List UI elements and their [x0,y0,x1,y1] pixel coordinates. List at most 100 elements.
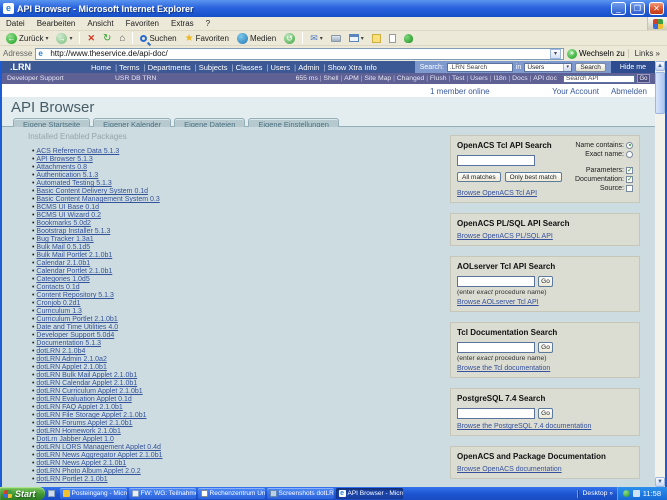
aolserver-search-input[interactable] [457,276,535,287]
dev-link[interactable]: 655 ms [296,75,318,82]
package-list-item[interactable]: dotLRN Photo Album Applet 2.0.2 [32,468,163,476]
package-list-item[interactable]: dotLRN News Applet 2.1.0b1 [32,460,163,468]
package-list-item[interactable]: Calendar Portlet 2.1.0b1 [32,268,163,276]
package-list-item[interactable]: Developer Support 5.0d4 [32,332,163,340]
links-toolbar[interactable]: Links » [627,49,664,58]
nav-link[interactable]: Terms [112,63,141,72]
only-best-match-button[interactable]: Only best match [504,172,562,182]
package-list-item[interactable]: Bookmarks 5.0d2 [32,220,163,228]
package-list-item[interactable]: dotLRN Admin 2.1.0a2 [32,356,163,364]
package-link[interactable]: Basic Content Delivery System 0.1d [36,188,148,195]
package-link[interactable]: dotLRN Portlet 2.1.0b1 [36,476,107,483]
lrn-search-input[interactable] [446,62,513,72]
mail-dropdown-icon[interactable]: ▾ [320,35,323,42]
package-list-item[interactable]: dotLRN FAQ Applet 2.1.0b1 [32,404,163,412]
edit-dropdown-icon[interactable]: ▾ [361,35,364,42]
taskbar-task-outlook[interactable]: Posteingang - Micros... [59,488,127,499]
package-link[interactable]: Cronjob 0.2d1 [36,300,80,307]
quick-launch[interactable] [45,487,59,500]
menu-item[interactable]: Datei [0,19,31,28]
package-list-item[interactable]: Curriculum Portlet 2.1.0b1 [32,316,163,324]
scope-dropdown-icon[interactable]: ▾ [563,63,572,71]
search-button[interactable]: Suchen [137,34,179,43]
postgres-go-button[interactable]: Go [538,408,553,419]
print-button[interactable] [328,34,344,42]
package-link[interactable]: Content Repository 5.1.3 [36,292,113,299]
package-link[interactable]: dotLRN Admin 2.1.0a2 [36,356,106,363]
browse-openacs-docs-link[interactable]: Browse OpenACS documentation [457,466,562,473]
address-input[interactable]: e http://www.theservice.de/api-doc/ ▾ [35,47,564,60]
tray-status-icon[interactable] [622,490,630,497]
home-button[interactable]: ⌂ [116,33,128,44]
package-list-item[interactable]: Basic Content Management System 0.3 [32,196,163,204]
maximize-button[interactable]: ❐ [630,2,645,15]
taskbar-task-mail[interactable]: FW: WG: Teilnahme v... [128,488,196,499]
package-link[interactable]: Bulk Mail Portlet 2.1.0b1 [36,252,112,259]
package-list-item[interactable]: Content Repository 5.1.3 [32,292,163,300]
dev-link[interactable]: Changed [391,75,425,82]
package-list-item[interactable]: dotLRN LORS Management Applet 0.4d [32,444,163,452]
package-link[interactable]: dotLRN Photo Album Applet 2.0.2 [36,468,140,475]
taskbar-task-api-browser[interactable]: eAPI Browser - Micros... [335,488,403,499]
package-list-item[interactable]: dotLRN Curriculum Applet 2.1.0b1 [32,388,163,396]
package-link[interactable]: dotLRN Forums Applet 2.1.0b1 [36,420,132,427]
package-link[interactable]: dotLRN Calendar Applet 2.1.0b1 [36,380,137,387]
desktop-toolbar[interactable]: Desktop » [573,487,617,500]
package-list-item[interactable]: Documentation 5.1.3 [32,340,163,348]
dev-link[interactable]: Shell [318,75,338,82]
chevron-icon[interactable]: » [609,491,612,497]
parameters-checkbox[interactable]: ✓ [626,166,633,174]
messenger-button[interactable] [401,33,416,43]
dev-link[interactable]: API doc [528,75,557,82]
exact-name-radio[interactable] [626,150,633,158]
package-list-item[interactable]: Bulk Mail Portlet 2.1.0b1 [32,252,163,260]
package-link[interactable]: Authentication 5.1.3 [36,172,98,179]
package-list-item[interactable]: Bootstrap Installer 5.1.3 [32,228,163,236]
forward-dropdown-icon[interactable]: ▾ [69,35,72,42]
package-link[interactable]: dotLRN Evaluation Applet 0.1d [36,396,131,403]
tcl-search-input[interactable] [457,155,535,166]
package-list-item[interactable]: Categories 1.0d5 [32,276,163,284]
browse-postgres-link[interactable]: Browse the PostgreSQL 7.4 documentation [457,423,591,430]
package-list-item[interactable]: dotLRN Calendar Applet 2.1.0b1 [32,380,163,388]
browse-tcl-doc-link[interactable]: Browse the Tcl documentation [457,365,550,372]
scroll-down-icon[interactable]: ▼ [655,477,665,487]
search-api-input[interactable] [563,74,635,83]
start-button[interactable]: Start [0,487,45,500]
nav-link[interactable]: Classes [229,63,264,72]
nav-link[interactable]: Admin [291,63,320,72]
dev-link[interactable]: APM [339,75,359,82]
package-list-item[interactable]: BCMS UI Wizard 0.2 [32,212,163,220]
package-list-item[interactable]: dotLRN File Storage Applet 2.1.0b1 [32,412,163,420]
package-link[interactable]: Calendar 2.1.0b1 [36,260,90,267]
refresh-button[interactable]: ↻ [100,33,114,44]
package-list-item[interactable]: Attachments 0.8 [32,164,163,172]
package-link[interactable]: Contacts 0.1d [36,284,79,291]
package-list-item[interactable]: dotLRN 2.1.0b4 [32,348,163,356]
research-button[interactable] [386,33,399,43]
package-link[interactable]: BCMS UI Wizard 0.2 [36,212,101,219]
package-list-item[interactable]: BCMS UI Base 0.1d [32,204,163,212]
package-list-item[interactable]: Bulk Mail 0.5.1d5 [32,244,163,252]
postgres-search-input[interactable] [457,408,535,419]
search-scope-select[interactable]: Users ▾ [524,62,573,72]
name-contains-radio[interactable] [626,141,633,149]
package-link[interactable]: Attachments 0.8 [36,164,87,171]
address-dropdown-icon[interactable]: ▾ [549,48,561,59]
history-button[interactable]: ↺ [281,32,298,44]
package-link[interactable]: BCMS UI Base 0.1d [36,204,99,211]
dev-link[interactable]: Docs [507,75,528,82]
package-link[interactable]: Curriculum 1.3 [36,308,82,315]
package-list-item[interactable]: Automated Testing 5.1.3 [32,180,163,188]
source-checkbox[interactable] [626,184,633,192]
api-search-go-button[interactable]: Go [637,74,650,83]
lrn-logo[interactable]: .LRN [2,62,90,72]
scrollbar-thumb[interactable] [655,72,665,114]
package-link[interactable]: Developer Support 5.0d4 [36,332,114,339]
dev-link[interactable]: Users [465,75,488,82]
package-list-item[interactable]: dotLRN News Aggregator Applet 2.1.0b1 [32,452,162,460]
package-link[interactable]: dotLRN Bulk Mail Applet 2.1.0b1 [36,372,137,379]
taskbar-task-rechenzentrum[interactable]: Rechenzentrum Uni K... [197,488,265,499]
nav-link[interactable]: Home [90,63,112,72]
toolbar-grip[interactable] [576,489,579,498]
